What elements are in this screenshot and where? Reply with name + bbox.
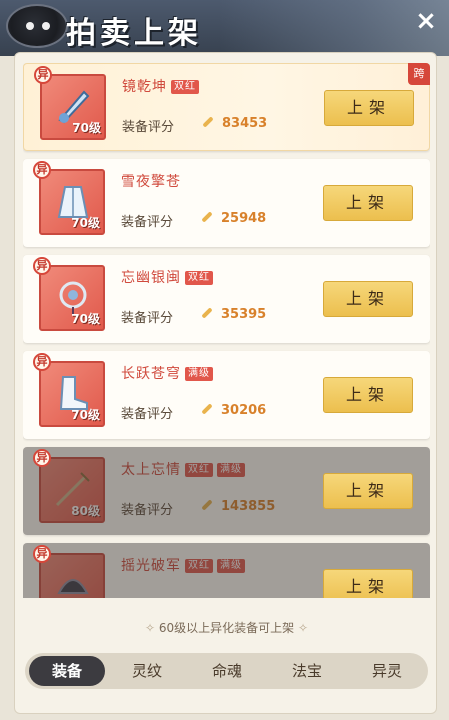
score-value: 143855 bbox=[201, 499, 275, 514]
list-item: 异 70级 长跃苍穹 满级 装备评分 30206 上架 bbox=[23, 351, 430, 439]
list-button[interactable]: 上架 bbox=[323, 377, 413, 413]
item-level: 70级 bbox=[71, 312, 100, 326]
status-badge: 满级 bbox=[185, 367, 213, 381]
status-badge: 满级 bbox=[217, 559, 245, 573]
rarity-icon: 异 bbox=[33, 449, 51, 467]
tab-exotic-spirit[interactable]: 异灵 bbox=[349, 656, 425, 686]
helmet-icon bbox=[57, 579, 89, 594]
list-item: 异 70级 雪夜擎苍 装备评分 25948 上架 bbox=[23, 159, 430, 247]
tab-magic-treasure[interactable]: 法宝 bbox=[269, 656, 345, 686]
score-value: 83453 bbox=[202, 116, 267, 131]
list-button[interactable]: 上架 bbox=[323, 569, 413, 598]
score-value: 30206 bbox=[201, 403, 266, 418]
status-badge: 双红 bbox=[185, 559, 213, 573]
item-level: 70级 bbox=[71, 408, 100, 422]
equipment-icon[interactable]: 80级 bbox=[39, 457, 105, 523]
list-item: 异 70级 镜乾坤 双红 装备评分 83453 上架 跨 bbox=[23, 63, 430, 151]
item-level: 70级 bbox=[72, 121, 101, 135]
rarity-icon: 异 bbox=[33, 161, 51, 179]
item-name: 长跃苍穹 满级 bbox=[121, 363, 213, 383]
category-tabs: 装备 灵纹 命魂 法宝 异灵 bbox=[25, 653, 428, 689]
list-item: 异 摇光破军 双红 满级 上架 bbox=[23, 543, 430, 598]
hint-text: 60级以上异化装备可上架 bbox=[15, 619, 436, 636]
tab-life-soul[interactable]: 命魂 bbox=[189, 656, 265, 686]
mascot-icon bbox=[6, 4, 68, 48]
equipment-icon[interactable]: 70级 bbox=[39, 265, 105, 331]
score-label: 装备评分 bbox=[121, 503, 174, 518]
score-value: 35395 bbox=[201, 307, 266, 322]
page-title: 拍卖上架 bbox=[66, 16, 202, 51]
item-level: 80级 bbox=[71, 504, 100, 518]
item-name: 摇光破军 双红 满级 bbox=[121, 555, 245, 575]
status-badge: 双红 bbox=[171, 80, 199, 94]
spear-icon bbox=[55, 472, 90, 507]
equipment-list[interactable]: 异 70级 镜乾坤 双红 装备评分 83453 上架 跨 异 70级 雪夜擎苍 … bbox=[23, 63, 430, 598]
list-button[interactable]: 上架 bbox=[323, 281, 413, 317]
item-name-text: 长跃苍穹 bbox=[121, 366, 181, 382]
score-value: 25948 bbox=[201, 211, 266, 226]
tab-spirit-pattern[interactable]: 灵纹 bbox=[109, 656, 185, 686]
rarity-icon: 异 bbox=[33, 353, 51, 371]
auction-panel: 异 70级 镜乾坤 双红 装备评分 83453 上架 跨 异 70级 雪夜擎苍 … bbox=[14, 52, 437, 714]
status-badge: 双红 bbox=[185, 463, 213, 477]
status-badge: 双红 bbox=[185, 271, 213, 285]
score-label: 装备评分 bbox=[122, 120, 175, 135]
close-icon[interactable]: × bbox=[413, 8, 439, 34]
rarity-icon: 异 bbox=[33, 545, 51, 563]
tab-equipment[interactable]: 装备 bbox=[29, 656, 105, 686]
rarity-icon: 异 bbox=[34, 66, 52, 84]
item-level: 70级 bbox=[71, 216, 100, 230]
status-badge: 满级 bbox=[217, 463, 245, 477]
list-item: 异 70级 忘幽银闽 双红 装备评分 35395 上架 bbox=[23, 255, 430, 343]
list-item: 异 80级 太上忘情 双红 满级 装备评分 143855 上架 bbox=[23, 447, 430, 535]
item-name: 镜乾坤 双红 bbox=[122, 76, 199, 96]
equipment-icon[interactable]: 70级 bbox=[39, 169, 105, 235]
cross-server-badge: 跨 bbox=[408, 63, 430, 85]
rarity-icon: 异 bbox=[33, 257, 51, 275]
item-name-text: 雪夜擎苍 bbox=[121, 174, 181, 190]
item-name-text: 太上忘情 bbox=[121, 462, 181, 478]
equipment-icon[interactable]: 70级 bbox=[40, 74, 106, 140]
score-label: 装备评分 bbox=[121, 215, 174, 230]
list-button[interactable]: 上架 bbox=[324, 90, 414, 126]
list-button[interactable]: 上架 bbox=[323, 185, 413, 221]
equipment-icon[interactable]: 70级 bbox=[39, 361, 105, 427]
score-label: 装备评分 bbox=[121, 407, 174, 422]
item-name: 忘幽银闽 双红 bbox=[121, 267, 213, 287]
item-name-text: 摇光破军 bbox=[121, 558, 181, 574]
item-name-text: 镜乾坤 bbox=[122, 79, 167, 95]
item-name-text: 忘幽银闽 bbox=[121, 270, 181, 286]
header-bar: 拍卖上架 × bbox=[0, 0, 449, 56]
list-button[interactable]: 上架 bbox=[323, 473, 413, 509]
item-name: 雪夜擎苍 bbox=[121, 171, 181, 191]
score-label: 装备评分 bbox=[121, 311, 174, 326]
item-name: 太上忘情 双红 满级 bbox=[121, 459, 245, 479]
